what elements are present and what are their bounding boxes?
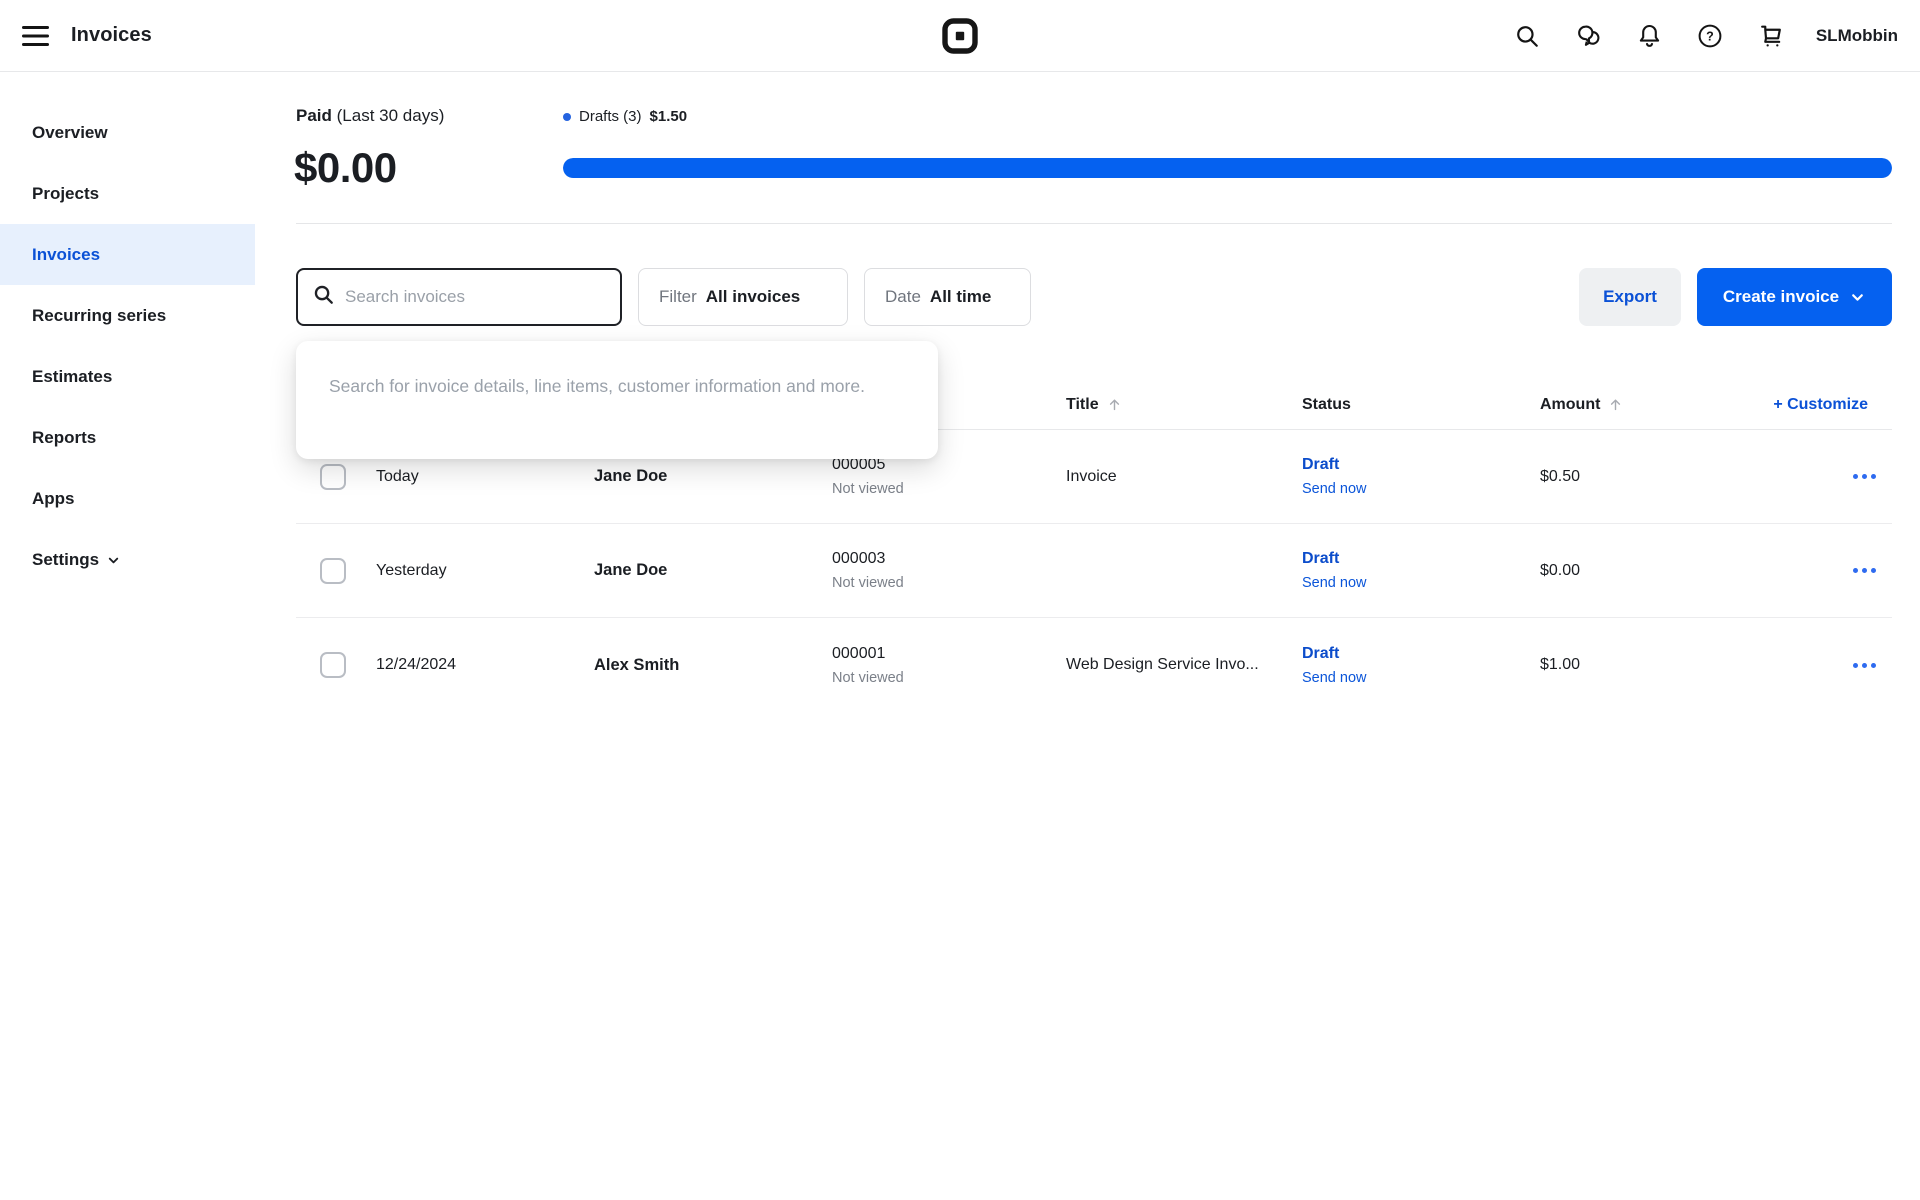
messages-icon[interactable] — [1575, 23, 1602, 49]
page-title: Invoices — [71, 24, 152, 46]
sidebar-item-apps[interactable]: Apps — [0, 468, 255, 529]
sort-arrow-up-icon — [1106, 396, 1123, 413]
search-invoices-input[interactable] — [345, 287, 606, 307]
sidebar-item-estimates[interactable]: Estimates — [0, 346, 255, 407]
sidebar-item-settings[interactable]: Settings — [0, 529, 255, 590]
filter-chip[interactable]: Filter All invoices — [638, 268, 848, 326]
search-suggestions-dropdown: Search for invoice details, line items, … — [296, 341, 938, 459]
viewed-status: Not viewed — [832, 575, 904, 591]
date-chip[interactable]: Date All time — [864, 268, 1031, 326]
sidebar-item-projects[interactable]: Projects — [0, 163, 255, 224]
sidebar: Overview Projects Invoices Recurring ser… — [0, 72, 255, 1200]
send-now-link[interactable]: Send now — [1302, 670, 1540, 686]
table-row[interactable]: Yesterday Jane Doe 000003 Not viewed Dra… — [296, 524, 1892, 618]
row-checkbox[interactable] — [320, 557, 346, 584]
create-invoice-button[interactable]: Create invoice — [1697, 268, 1892, 326]
invoice-number-cell: 000005 Not viewed — [832, 456, 1066, 497]
send-now-link[interactable]: Send now — [1302, 575, 1540, 591]
notifications-bell-icon[interactable] — [1637, 23, 1662, 49]
row-overflow-menu-icon[interactable] — [1853, 662, 1892, 668]
invoice-number-cell: 000003 Not viewed — [832, 550, 1066, 591]
cart-icon[interactable] — [1758, 23, 1785, 49]
row-checkbox[interactable] — [320, 463, 346, 490]
search-icon[interactable] — [1514, 23, 1540, 49]
status-badge: Draft — [1302, 550, 1340, 567]
invoice-number-cell: 000001 Not viewed — [832, 645, 1066, 686]
summary-divider — [296, 223, 1892, 224]
drafts-legend: Drafts (3) $1.50 — [563, 108, 687, 125]
row-overflow-menu-icon[interactable] — [1853, 474, 1892, 479]
drafts-dot-icon — [563, 112, 571, 121]
status-cell: Draft Send now — [1302, 550, 1540, 591]
help-icon[interactable]: ? — [1697, 23, 1723, 49]
chevron-down-icon — [1849, 289, 1866, 306]
viewed-status: Not viewed — [832, 669, 904, 686]
chevron-down-icon — [106, 553, 121, 568]
status-badge: Draft — [1302, 456, 1340, 473]
status-cell: Draft Send now — [1302, 456, 1540, 497]
svg-text:?: ? — [1706, 29, 1714, 43]
search-invoices-box[interactable] — [296, 268, 622, 326]
status-cell: Draft Send now — [1302, 645, 1540, 686]
drafts-progress-fill — [563, 158, 1892, 178]
user-name[interactable]: SLMobbin — [1816, 26, 1898, 46]
invoices-summary: Paid (Last 30 days) $0.00 Drafts (3) $1.… — [294, 72, 1892, 223]
sidebar-item-recurring-series[interactable]: Recurring series — [0, 285, 255, 346]
search-icon — [312, 283, 335, 311]
paid-amount: $0.00 — [294, 144, 397, 191]
status-badge: Draft — [1302, 644, 1340, 662]
search-hint-text: Search for invoice details, line items, … — [329, 376, 865, 396]
viewed-status: Not viewed — [832, 481, 904, 497]
column-header-amount[interactable]: Amount — [1540, 396, 1764, 414]
row-checkbox[interactable] — [320, 652, 346, 678]
hamburger-menu-icon[interactable] — [22, 25, 49, 46]
export-button[interactable]: Export — [1579, 268, 1681, 326]
square-logo-icon — [942, 17, 979, 54]
sidebar-item-invoices[interactable]: Invoices — [0, 224, 255, 285]
sort-arrow-up-icon — [1607, 396, 1624, 413]
customize-columns-button[interactable]: + Customize — [1773, 396, 1892, 414]
row-overflow-menu-icon[interactable] — [1853, 568, 1892, 573]
controls-row: Filter All invoices Date All time Export… — [296, 268, 1892, 326]
column-header-title[interactable]: Title — [1066, 396, 1302, 414]
paid-label: Paid (Last 30 days) — [296, 106, 445, 125]
sidebar-item-overview[interactable]: Overview — [0, 102, 255, 163]
send-now-link[interactable]: Send now — [1302, 481, 1540, 497]
sidebar-item-reports[interactable]: Reports — [0, 407, 255, 468]
drafts-progress-bar — [563, 158, 1892, 178]
top-bar: Invoices ? SLMobbin — [0, 0, 1920, 72]
main-content: Paid (Last 30 days) $0.00 Drafts (3) $1.… — [255, 72, 1920, 1200]
table-row[interactable]: 12/24/2024 Alex Smith 000001 Not viewed … — [296, 618, 1892, 712]
column-header-status: Status — [1302, 395, 1351, 413]
